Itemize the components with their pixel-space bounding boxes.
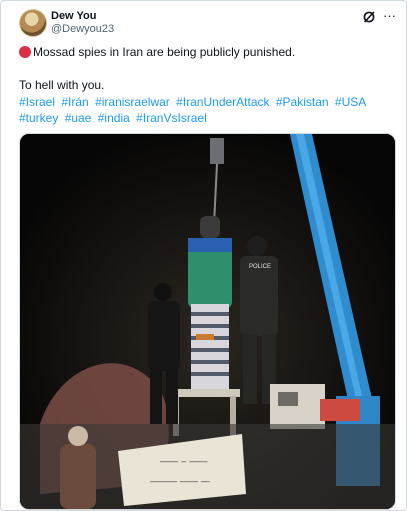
crane-hook <box>210 138 224 164</box>
svg-text:――― ―― ―: ――― ―― ― <box>150 477 210 487</box>
tweet-card: Dew You @Dewyou23 ··· Mossad spies in Ir… <box>0 0 407 511</box>
police-label: POLICE <box>249 264 271 270</box>
svg-text:―― ‒ ――: ―― ‒ ―― <box>160 457 207 467</box>
hashtag-link[interactable]: #turkey <box>19 111 58 125</box>
platform <box>170 389 240 397</box>
more-icon[interactable]: ··· <box>383 9 396 23</box>
condemned-person <box>188 216 232 389</box>
crowd <box>60 444 96 509</box>
avatar[interactable] <box>19 9 47 37</box>
media-scene: POLICE ―― ‒ ―― ――― ―― ― <box>20 134 395 509</box>
hashtag-link[interactable]: #IranUnderAttack <box>176 95 269 109</box>
post-text-line-2: To hell with you. <box>19 78 105 92</box>
hashtag-link[interactable]: #USA <box>335 95 366 109</box>
grok-icon[interactable] <box>362 10 376 24</box>
display-name[interactable]: Dew You <box>51 10 96 22</box>
user-handle[interactable]: @Dewyou23 <box>51 23 114 35</box>
red-circle-icon <box>19 46 31 58</box>
post-media-image[interactable]: POLICE ―― ‒ ―― ――― ―― ― <box>19 133 396 510</box>
hashtag-link[interactable]: #iranisraelwar <box>95 95 170 109</box>
hashtag-link[interactable]: #Israel <box>19 95 55 109</box>
hashtag-link[interactable]: #Pakistan <box>276 95 329 109</box>
post-text-line-1: Mossad spies in Iran are being publicly … <box>19 45 295 59</box>
hashtag-list: #Israel #Irán #iranisraelwar #IranUnderA… <box>19 94 389 126</box>
hashtag-link[interactable]: #india <box>98 111 130 125</box>
hashtag-link[interactable]: #uae <box>65 111 92 125</box>
hashtag-link[interactable]: #Irán <box>61 95 88 109</box>
hashtag-link[interactable]: #IranVsIsrael <box>136 111 207 125</box>
truck <box>270 384 325 429</box>
